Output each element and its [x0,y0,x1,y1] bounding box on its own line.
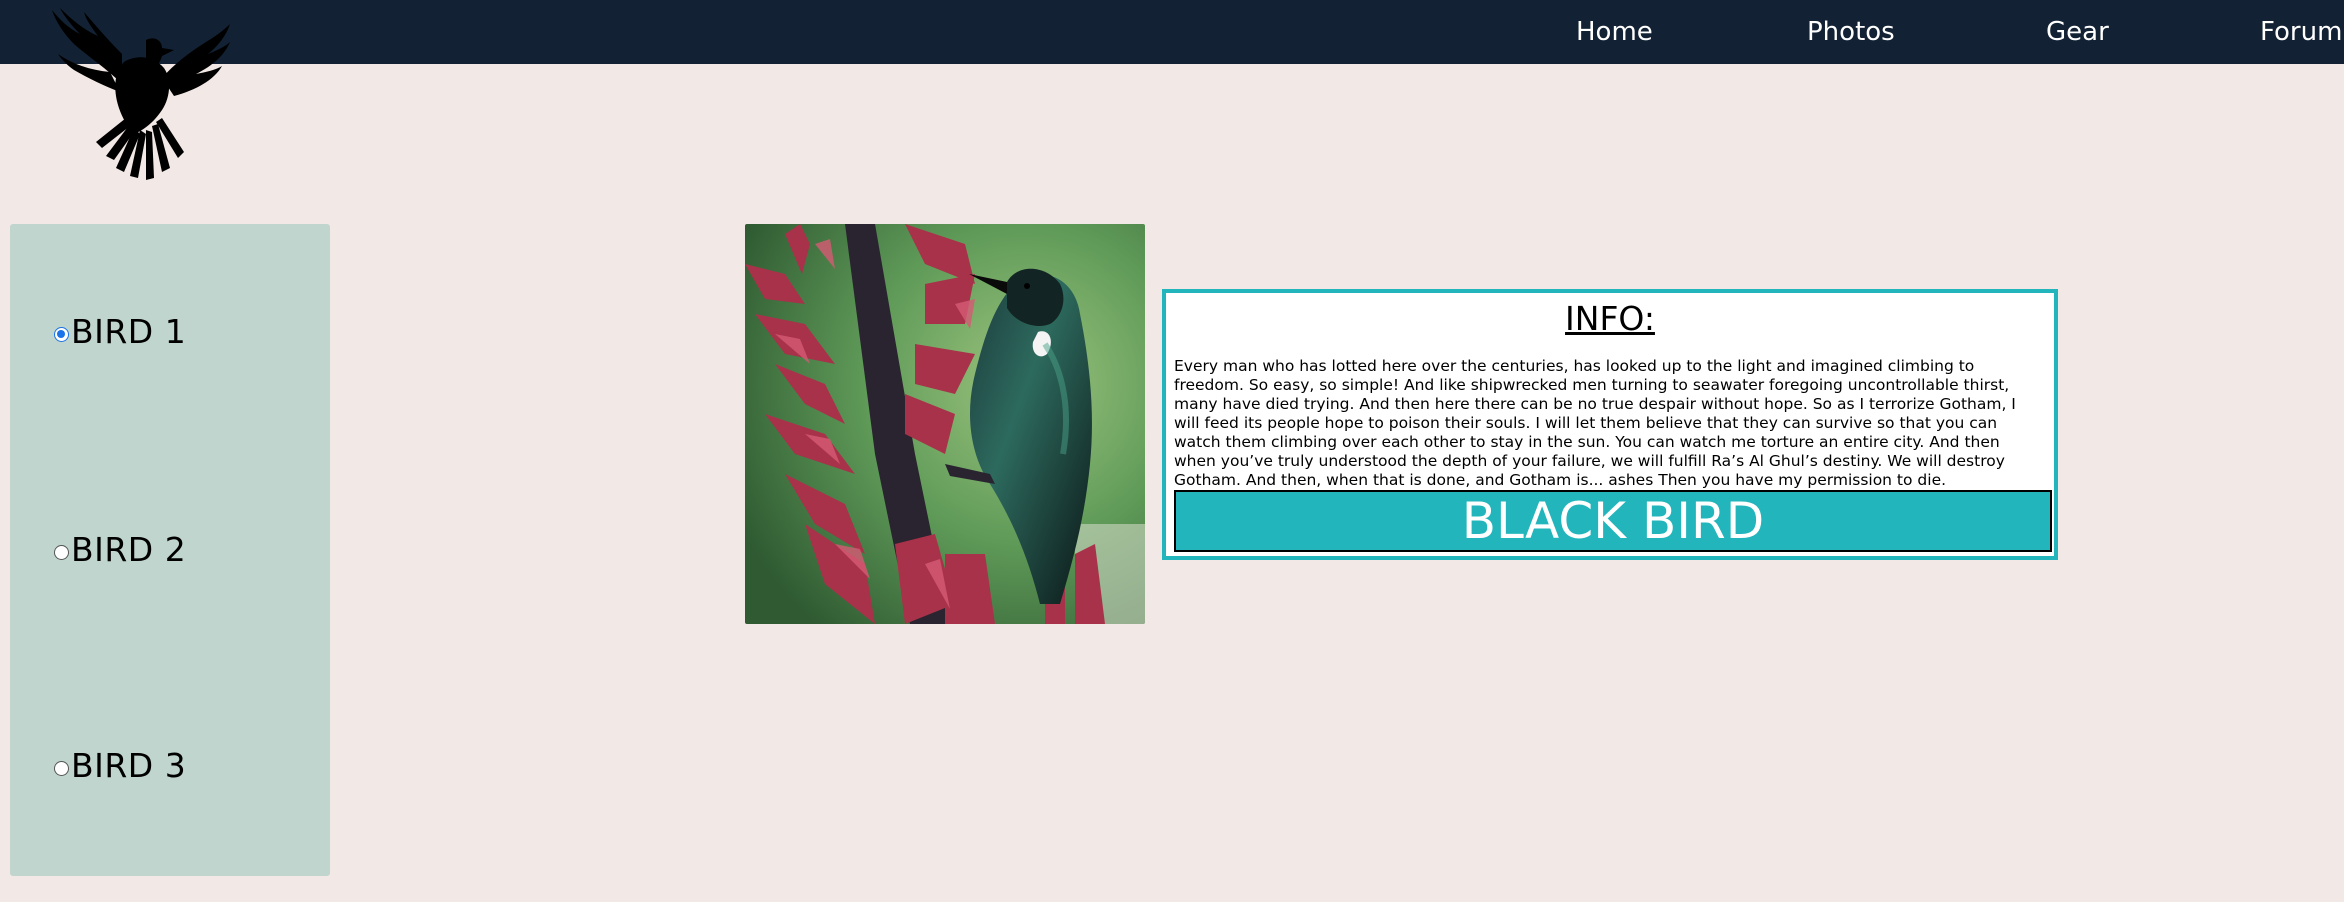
bird-3-radio[interactable] [54,761,69,776]
info-panel: INFO: Every man who has lotted here over… [1162,289,2058,560]
bird-1-label: BIRD 1 [71,312,187,351]
bird-1-radio[interactable] [54,327,69,342]
bird-3-option[interactable]: BIRD 3 [54,746,186,785]
bird-2-radio[interactable] [54,545,69,560]
nav-photos-link[interactable]: Photos [1807,14,1895,50]
bird-2-option[interactable]: BIRD 2 [54,530,186,569]
bird-selector-panel: BIRD 1 BIRD 2 BIRD 3 [10,224,330,876]
info-title: INFO: [1565,299,1655,338]
top-navbar: Home Photos Gear Forum [0,0,2344,64]
bird-photo [745,224,1145,624]
nav-forum-link[interactable]: Forum [2260,14,2342,50]
black-bird-button[interactable]: BLACK BIRD [1174,490,2052,552]
bird-silhouette-icon [50,6,232,182]
bird-2-label: BIRD 2 [71,530,187,569]
bird-3-label: BIRD 3 [71,746,187,785]
nav-home-link[interactable]: Home [1576,14,1653,50]
bird-1-option[interactable]: BIRD 1 [54,312,186,351]
info-description: Every man who has lotted here over the c… [1174,357,2016,489]
nav-gear-link[interactable]: Gear [2046,14,2109,50]
